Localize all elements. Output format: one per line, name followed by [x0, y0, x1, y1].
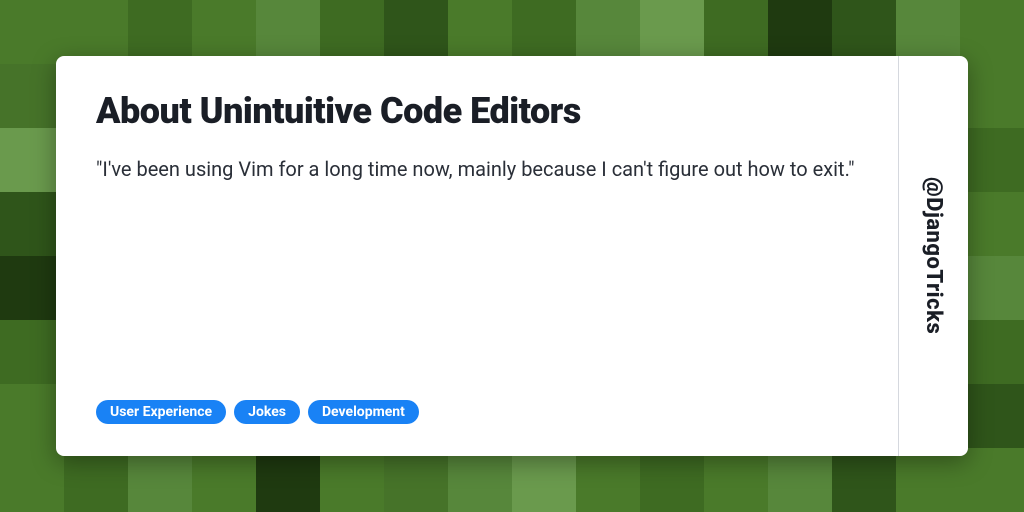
tag-chip[interactable]: User Experience [96, 400, 226, 424]
quote-body: "I've been using Vim for a long time now… [96, 154, 858, 400]
post-title: About Unintuitive Code Editors [96, 92, 858, 132]
side-column: @DjangoTricks [898, 56, 968, 456]
tag-list: User Experience Jokes Development [96, 400, 858, 424]
main-column: About Unintuitive Code Editors "I've bee… [56, 56, 898, 456]
content-card: About Unintuitive Code Editors "I've bee… [56, 56, 968, 456]
author-handle[interactable]: @DjangoTricks [921, 177, 946, 334]
tag-chip[interactable]: Development [308, 400, 419, 424]
tag-chip[interactable]: Jokes [234, 400, 300, 424]
